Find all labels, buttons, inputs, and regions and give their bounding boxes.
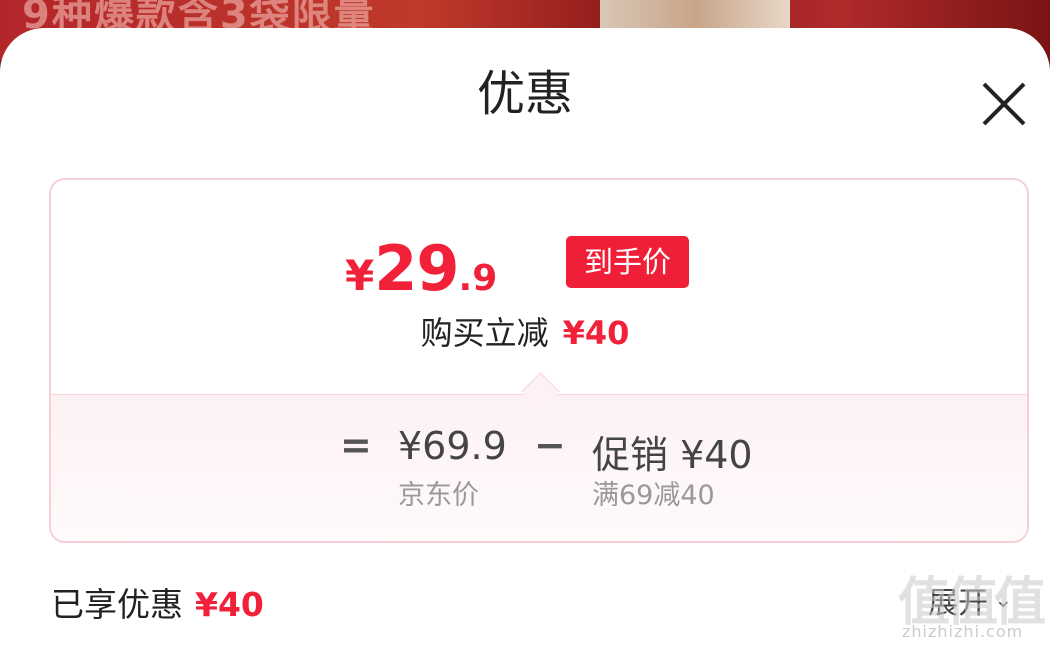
enjoyed-amount: ¥40 — [195, 585, 264, 624]
enjoyed-label: 已享优惠 — [51, 585, 183, 624]
saving-amount: ¥40 — [562, 314, 630, 352]
jd-price-label: 京东价 — [398, 480, 479, 511]
expand-label: 展开 — [928, 586, 988, 621]
expand-button[interactable]: 展开 ⌄ — [928, 578, 1012, 622]
chevron-down-icon: ⌄ — [994, 587, 1013, 613]
saving-line: 购买立减 ¥40 — [0, 308, 1050, 354]
minus-sign: − — [534, 423, 566, 467]
saving-label: 购买立减 — [420, 314, 549, 352]
final-price-badge: 到手价 — [566, 236, 689, 288]
final-price-integer: 29 — [374, 232, 459, 305]
final-price: ¥ 29 .9 — [345, 232, 497, 305]
promo-rule: 满69减40 — [592, 480, 715, 511]
close-icon — [982, 82, 1026, 126]
jd-price: ¥69.9 — [398, 424, 507, 468]
equals-sign: = — [340, 423, 372, 467]
enjoyed-discount: 已享优惠 ¥40 — [51, 578, 264, 626]
final-price-decimal: .9 — [458, 258, 498, 299]
promo-discount: 促销 ¥40 — [592, 433, 753, 477]
close-button[interactable] — [978, 78, 1030, 130]
price-breakdown-card — [49, 178, 1029, 543]
sheet-title: 优惠 — [476, 66, 573, 122]
card-top-section — [51, 180, 1027, 394]
final-price-currency: ¥ — [345, 251, 375, 300]
card-bottom-section — [51, 394, 1027, 541]
